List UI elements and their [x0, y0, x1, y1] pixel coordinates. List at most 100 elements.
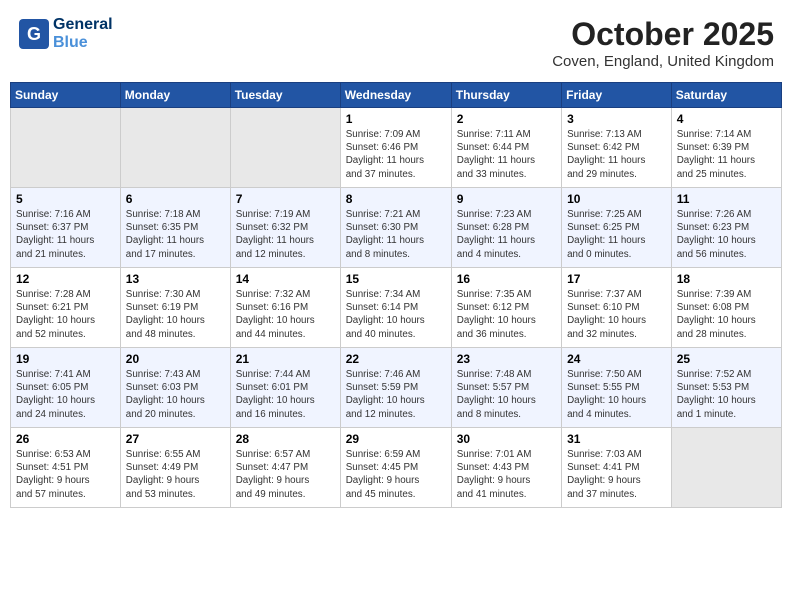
day-info: Sunrise: 7:39 AM Sunset: 6:08 PM Dayligh…: [677, 288, 776, 341]
weekday-header-monday: Monday: [120, 83, 230, 108]
day-number: 29: [346, 432, 446, 446]
calendar-cell: 31Sunrise: 7:03 AM Sunset: 4:41 PM Dayli…: [562, 428, 672, 508]
day-number: 20: [126, 352, 225, 366]
day-number: 12: [16, 272, 115, 286]
day-number: 26: [16, 432, 115, 446]
day-info: Sunrise: 7:19 AM Sunset: 6:32 PM Dayligh…: [236, 208, 335, 261]
day-info: Sunrise: 7:34 AM Sunset: 6:14 PM Dayligh…: [346, 288, 446, 341]
day-number: 1: [346, 112, 446, 126]
day-info: Sunrise: 7:32 AM Sunset: 6:16 PM Dayligh…: [236, 288, 335, 341]
logo-text-line1: General: [53, 16, 113, 34]
calendar-cell: 29 Sunrise: 6:59 AM Sunset: 4:45 PM Dayli…: [340, 428, 451, 508]
calendar-cell: 6 Sunrise: 7:18 AM Sunset: 6:35 PM Daylig…: [120, 188, 230, 268]
day-number: 5: [16, 192, 115, 206]
day-number: 8: [346, 192, 446, 206]
calendar-cell: [230, 108, 340, 188]
calendar-cell: 1 Sunrise: 7:09 AM Sunset: 6:46 PM Daylig…: [340, 108, 451, 188]
day-info: Sunrise: 7:01 AM Sunset: 4:43 PM Dayligh…: [457, 448, 556, 501]
day-number: 24: [567, 352, 666, 366]
calendar-cell: 28 Sunrise: 6:57 AM Sunset: 4:47 PM Dayli…: [230, 428, 340, 508]
calendar-cell: 26 Sunrise: 6:53 AM Sunset: 4:51 PM Dayli…: [11, 428, 121, 508]
calendar-cell: 10 Sunrise: 7:25 AM Sunset: 6:25 PM Dayli…: [562, 188, 672, 268]
day-number: 14: [236, 272, 335, 286]
weekday-header-wednesday: Wednesday: [340, 83, 451, 108]
day-number: 11: [677, 192, 776, 206]
day-number: 23: [457, 352, 556, 366]
calendar-cell: 4 Sunrise: 7:14 AM Sunset: 6:39 PM Daylig…: [671, 108, 781, 188]
calendar-cell: 8 Sunrise: 7:21 AM Sunset: 6:30 PM Daylig…: [340, 188, 451, 268]
calendar-cell: 14 Sunrise: 7:32 AM Sunset: 6:16 PM Dayli…: [230, 268, 340, 348]
day-number: 15: [346, 272, 446, 286]
day-info: Sunrise: 7:52 AM Sunset: 5:53 PM Dayligh…: [677, 368, 776, 421]
day-number: 4: [677, 112, 776, 126]
day-info: Sunrise: 7:26 AM Sunset: 6:23 PM Dayligh…: [677, 208, 776, 261]
weekday-header-tuesday: Tuesday: [230, 83, 340, 108]
day-number: 17: [567, 272, 666, 286]
day-info: Sunrise: 7:25 AM Sunset: 6:25 PM Dayligh…: [567, 208, 666, 261]
location-subtitle: Coven, England, United Kingdom: [552, 53, 774, 70]
day-number: 19: [16, 352, 115, 366]
page-header: G General Blue October 2025 Coven, Engla…: [10, 10, 782, 76]
day-info: Sunrise: 7:43 AM Sunset: 6:03 PM Dayligh…: [126, 368, 225, 421]
calendar-week-2: 5 Sunrise: 7:16 AM Sunset: 6:37 PM Daylig…: [11, 188, 782, 268]
calendar-table: SundayMondayTuesdayWednesdayThursdayFrid…: [10, 82, 782, 508]
day-number: 21: [236, 352, 335, 366]
day-number: 22: [346, 352, 446, 366]
day-number: 25: [677, 352, 776, 366]
calendar-cell: 11 Sunrise: 7:26 AM Sunset: 6:23 PM Dayli…: [671, 188, 781, 268]
calendar-cell: 12Sunrise: 7:28 AM Sunset: 6:21 PM Dayli…: [11, 268, 121, 348]
day-number: 27: [126, 432, 225, 446]
calendar-cell: 2Sunrise: 7:11 AM Sunset: 6:44 PM Daylig…: [451, 108, 561, 188]
day-number: 18: [677, 272, 776, 286]
day-info: Sunrise: 7:21 AM Sunset: 6:30 PM Dayligh…: [346, 208, 446, 261]
day-info: Sunrise: 6:53 AM Sunset: 4:51 PM Dayligh…: [16, 448, 115, 501]
day-number: 3: [567, 112, 666, 126]
day-info: Sunrise: 7:46 AM Sunset: 5:59 PM Dayligh…: [346, 368, 446, 421]
calendar-cell: 30 Sunrise: 7:01 AM Sunset: 4:43 PM Dayli…: [451, 428, 561, 508]
day-info: Sunrise: 7:44 AM Sunset: 6:01 PM Dayligh…: [236, 368, 335, 421]
weekday-header-sunday: Sunday: [11, 83, 121, 108]
calendar-cell: [671, 428, 781, 508]
calendar-week-3: 12Sunrise: 7:28 AM Sunset: 6:21 PM Dayli…: [11, 268, 782, 348]
weekday-header-saturday: Saturday: [671, 83, 781, 108]
calendar-cell: 3 Sunrise: 7:13 AM Sunset: 6:42 PM Daylig…: [562, 108, 672, 188]
day-info: Sunrise: 6:59 AM Sunset: 4:45 PM Dayligh…: [346, 448, 446, 501]
logo-icon: G: [18, 18, 50, 50]
weekday-header-row: SundayMondayTuesdayWednesdayThursdayFrid…: [11, 83, 782, 108]
title-block: October 2025 Coven, England, United King…: [552, 16, 774, 70]
calendar-cell: 13Sunrise: 7:30 AM Sunset: 6:19 PM Dayli…: [120, 268, 230, 348]
calendar-cell: 7 Sunrise: 7:19 AM Sunset: 6:32 PM Daylig…: [230, 188, 340, 268]
svg-text:G: G: [27, 24, 41, 44]
calendar-cell: 21 Sunrise: 7:44 AM Sunset: 6:01 PM Dayli…: [230, 348, 340, 428]
calendar-cell: 19 Sunrise: 7:41 AM Sunset: 6:05 PM Dayli…: [11, 348, 121, 428]
day-info: Sunrise: 7:09 AM Sunset: 6:46 PM Dayligh…: [346, 128, 446, 181]
calendar-cell: [11, 108, 121, 188]
calendar-cell: 17Sunrise: 7:37 AM Sunset: 6:10 PM Dayli…: [562, 268, 672, 348]
calendar-week-1: 1 Sunrise: 7:09 AM Sunset: 6:46 PM Daylig…: [11, 108, 782, 188]
day-info: Sunrise: 7:13 AM Sunset: 6:42 PM Dayligh…: [567, 128, 666, 181]
day-number: 28: [236, 432, 335, 446]
day-number: 6: [126, 192, 225, 206]
day-info: Sunrise: 7:35 AM Sunset: 6:12 PM Dayligh…: [457, 288, 556, 341]
logo: G General Blue: [18, 16, 113, 51]
calendar-week-4: 19 Sunrise: 7:41 AM Sunset: 6:05 PM Dayli…: [11, 348, 782, 428]
day-number: 16: [457, 272, 556, 286]
calendar-cell: 23Sunrise: 7:48 AM Sunset: 5:57 PM Dayli…: [451, 348, 561, 428]
logo-text-line2: Blue: [53, 34, 113, 52]
calendar-cell: 22 Sunrise: 7:46 AM Sunset: 5:59 PM Dayli…: [340, 348, 451, 428]
day-number: 13: [126, 272, 225, 286]
day-number: 31: [567, 432, 666, 446]
weekday-header-friday: Friday: [562, 83, 672, 108]
calendar-cell: 18 Sunrise: 7:39 AM Sunset: 6:08 PM Dayli…: [671, 268, 781, 348]
day-info: Sunrise: 7:23 AM Sunset: 6:28 PM Dayligh…: [457, 208, 556, 261]
day-number: 30: [457, 432, 556, 446]
day-info: Sunrise: 7:16 AM Sunset: 6:37 PM Dayligh…: [16, 208, 115, 261]
day-info: Sunrise: 7:14 AM Sunset: 6:39 PM Dayligh…: [677, 128, 776, 181]
day-info: Sunrise: 7:41 AM Sunset: 6:05 PM Dayligh…: [16, 368, 115, 421]
calendar-cell: 25 Sunrise: 7:52 AM Sunset: 5:53 PM Dayli…: [671, 348, 781, 428]
day-number: 10: [567, 192, 666, 206]
day-info: Sunrise: 7:50 AM Sunset: 5:55 PM Dayligh…: [567, 368, 666, 421]
day-info: Sunrise: 7:18 AM Sunset: 6:35 PM Dayligh…: [126, 208, 225, 261]
day-number: 7: [236, 192, 335, 206]
day-info: Sunrise: 6:57 AM Sunset: 4:47 PM Dayligh…: [236, 448, 335, 501]
